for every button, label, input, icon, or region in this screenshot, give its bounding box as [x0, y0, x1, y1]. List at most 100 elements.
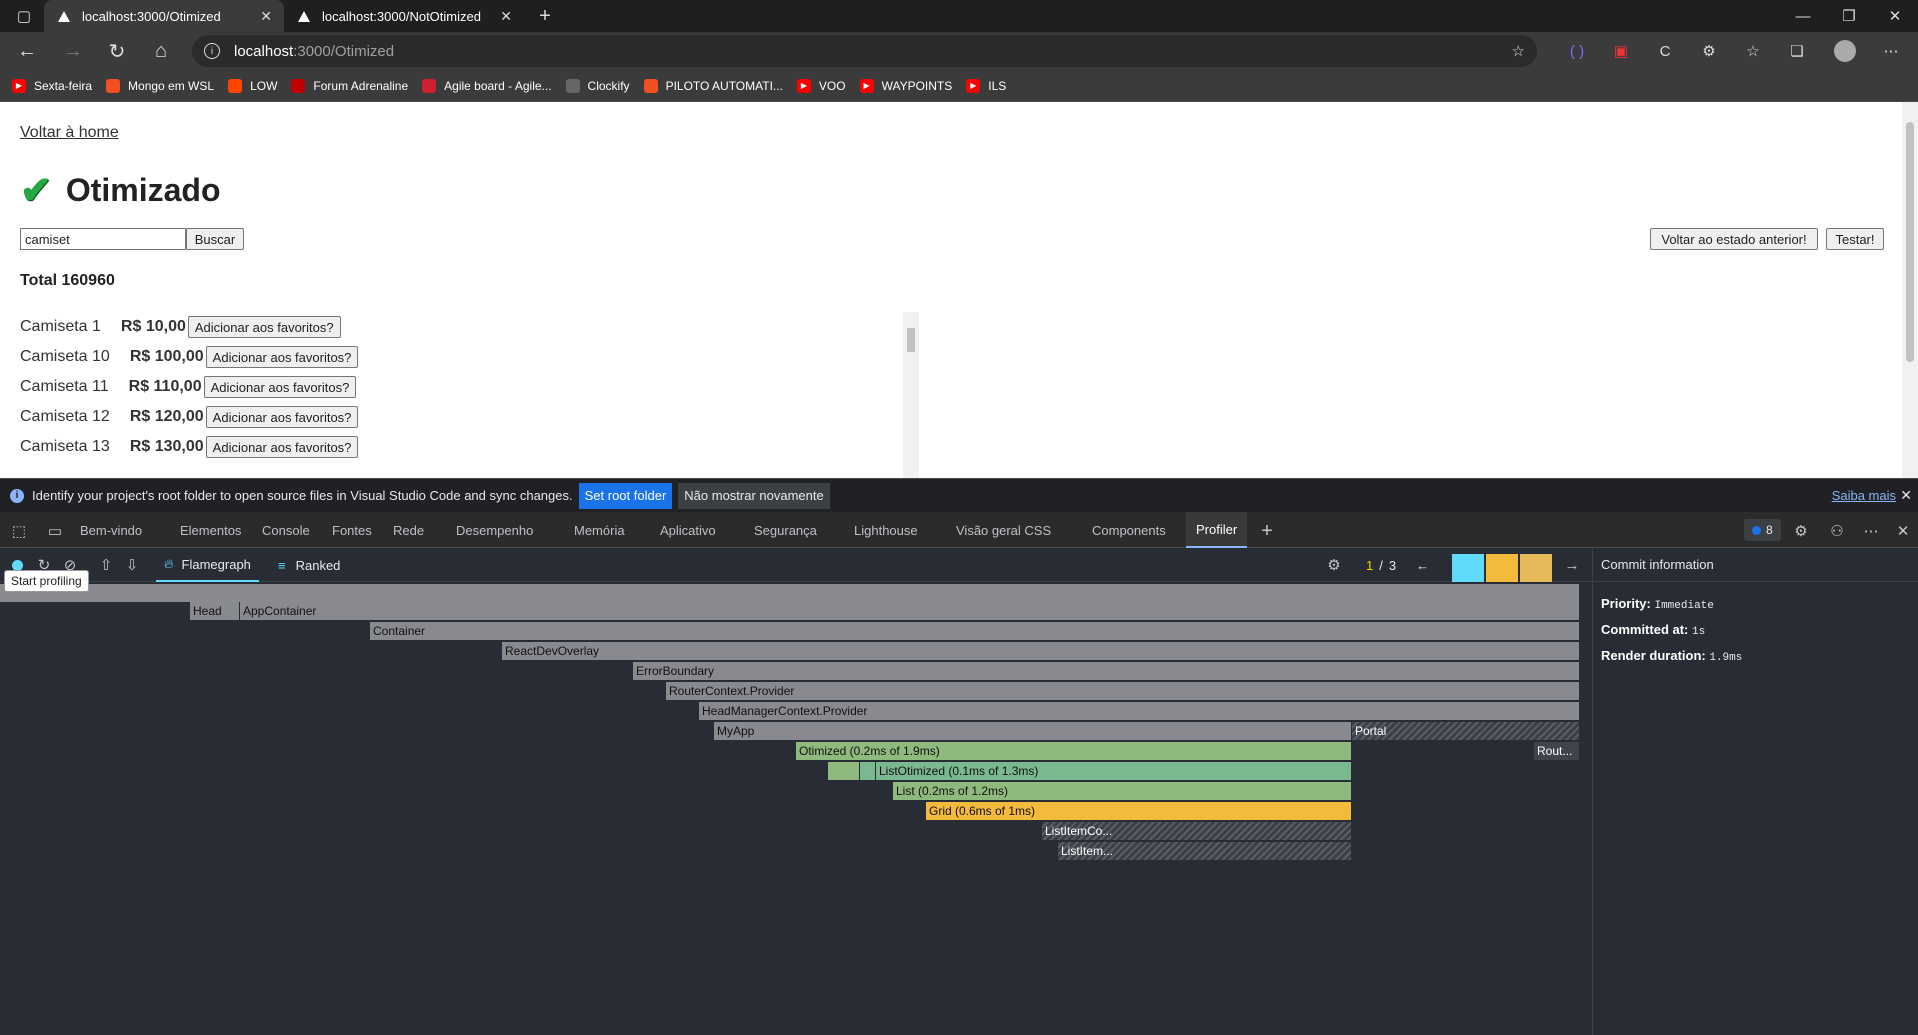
devtools-tab-seguran-a[interactable]: Segurança [754, 512, 817, 548]
flame-bar-grid[interactable]: Grid (0.6ms of 1ms) [926, 802, 1352, 820]
home-link[interactable]: Voltar à home [20, 124, 119, 142]
devtools-more-icon[interactable]: ⋯ [1860, 520, 1882, 542]
page-scroll-thumb[interactable] [1906, 122, 1914, 362]
extension-red-icon[interactable]: ▣ [1610, 40, 1632, 62]
bookmark-item[interactable]: LOW [228, 78, 277, 93]
load-profile-icon[interactable]: ⇧ [96, 555, 116, 575]
extension-c-icon[interactable]: C [1654, 40, 1676, 62]
issues-badge[interactable]: 8 [1744, 519, 1781, 541]
home-icon[interactable]: ⌂ [146, 36, 176, 66]
bookmark-item[interactable]: ▶ ILS [966, 78, 1006, 93]
close-tab-icon[interactable]: ✕ [500, 8, 512, 25]
minimize-icon[interactable]: — [1780, 0, 1826, 32]
add-favorite-button[interactable]: Adicionar aos favoritos? [205, 406, 359, 428]
search-input[interactable] [20, 228, 186, 250]
collections-icon[interactable]: ❏ [1786, 40, 1808, 62]
site-info-icon[interactable]: i [204, 43, 220, 59]
inspect-element-icon[interactable]: ⬚ [8, 520, 30, 542]
devtools-tab-bem-vindo[interactable]: Bem-vindo [80, 512, 142, 548]
devtools-tab-lighthouse[interactable]: Lighthouse [854, 512, 918, 548]
devtools-tab-vis-o-geral-css[interactable]: Visão geral CSS [956, 512, 1051, 548]
close-devtools-icon[interactable]: ✕ [1892, 520, 1914, 542]
flame-root-bar[interactable] [0, 584, 1580, 602]
flame-bar-router-short[interactable]: Rout... [1534, 742, 1580, 760]
bookmark-item[interactable]: Clockify [565, 78, 630, 93]
commit-bar[interactable] [1452, 554, 1484, 582]
page-scrollbar[interactable] [1902, 102, 1918, 478]
add-favorite-button[interactable]: Adicionar aos favoritos? [205, 436, 359, 458]
devtools-tab-mem-ria[interactable]: Memória [574, 512, 625, 548]
browser-tab-nototimized[interactable]: localhost:3000/NotOtimized ✕ [284, 0, 524, 32]
settings-gear-icon[interactable]: ⚙ [1790, 520, 1812, 542]
save-profile-icon[interactable]: ⇩ [122, 555, 142, 575]
tab-actions-icon[interactable]: ▢ [6, 0, 42, 32]
bookmark-item[interactable]: PILOTO AUTOMATI... [643, 78, 783, 93]
next-commit-icon[interactable]: → [1562, 555, 1582, 575]
bookmark-item[interactable]: Forum Adrenaline [291, 78, 408, 93]
bookmark-item[interactable]: ▶ Sexta-feira [12, 78, 92, 93]
prev-commit-icon[interactable]: ← [1416, 558, 1429, 573]
flame-bar-listitemcontainer[interactable]: ListItemCo... [1042, 822, 1352, 840]
flame-bar-head[interactable]: Head [190, 602, 240, 620]
flame-bar-listotimized[interactable]: ListOtimized (0.1ms of 1.3ms) [876, 762, 1352, 780]
flame-bar-headmanagercontext[interactable]: HeadManagerContext.Provider [699, 702, 1580, 720]
profiler-settings-icon[interactable]: ⚙ [1324, 555, 1344, 575]
customize-icon[interactable]: ⚇ [1826, 520, 1848, 542]
browser-tab-otimized[interactable]: localhost:3000/Otimized ✕ [44, 0, 284, 32]
close-infobar-icon[interactable]: ✕ [1900, 487, 1912, 504]
flame-bar-list[interactable]: List (0.2ms of 1.2ms) [893, 782, 1352, 800]
tab-ranked[interactable]: ≡ Ranked [278, 548, 340, 582]
extension-brackets-icon[interactable]: ( ) [1566, 40, 1588, 62]
set-root-folder-button[interactable]: Set root folder [578, 482, 673, 509]
flame-bar-container[interactable]: Container [370, 622, 1580, 640]
devtools-tab-aplicativo[interactable]: Aplicativo [660, 512, 716, 548]
flame-bar-reactdevoverlay[interactable]: ReactDevOverlay [502, 642, 1580, 660]
add-favorite-button[interactable]: Adicionar aos favoritos? [187, 316, 341, 338]
flame-bar-appcontainer[interactable]: AppContainer [240, 602, 1580, 620]
devtools-tab-rede[interactable]: Rede [393, 512, 424, 548]
devtools-tab-elementos[interactable]: Elementos [180, 512, 241, 548]
devtools-tab-desempenho[interactable]: Desempenho [456, 512, 533, 548]
more-menu-icon[interactable]: ⋯ [1880, 40, 1902, 62]
flame-bar-otimized[interactable]: Otimized (0.2ms of 1.9ms) [796, 742, 1352, 760]
back-icon[interactable]: ← [12, 36, 42, 66]
devtools-tab-console[interactable]: Console [262, 512, 310, 548]
forward-icon[interactable]: → [58, 36, 88, 66]
list-scrollbar[interactable] [903, 312, 919, 478]
flame-bar-sibling[interactable] [860, 762, 876, 780]
more-tools-plus-icon[interactable]: + [1256, 520, 1278, 542]
devtools-tab-profiler[interactable]: Profiler [1186, 512, 1248, 548]
search-button[interactable]: Buscar [186, 228, 244, 250]
restore-icon[interactable]: ❐ [1826, 0, 1872, 32]
commit-bar[interactable] [1486, 554, 1518, 582]
flame-bar-listitem[interactable]: ListItem... [1058, 842, 1352, 860]
add-favorite-button[interactable]: Adicionar aos favoritos? [205, 346, 359, 368]
bookmark-item[interactable]: Agile board - Agile... [422, 78, 552, 93]
reload-icon[interactable]: ↻ [102, 36, 132, 66]
flame-bar-myapp[interactable]: MyApp [714, 722, 1352, 740]
bookmark-item[interactable]: ▶ VOO [796, 78, 846, 93]
undo-state-button[interactable]: Voltar ao estado anterior! [1650, 228, 1818, 250]
device-emulation-icon[interactable]: ▭ [44, 520, 66, 542]
extensions-icon[interactable]: ⚙ [1698, 40, 1720, 62]
devtools-tab-components[interactable]: Components [1092, 512, 1166, 548]
list-scroll-thumb[interactable] [907, 328, 915, 352]
favorite-star-icon[interactable]: ☆ [1512, 42, 1525, 60]
test-button[interactable]: Testar! [1826, 228, 1884, 250]
tab-flamegraph[interactable]: 🔥︎ Flamegraph [156, 548, 259, 582]
close-window-icon[interactable]: ✕ [1872, 0, 1918, 32]
devtools-tab-fontes[interactable]: Fontes [332, 512, 372, 548]
bookmark-item[interactable]: Mongo em WSL [106, 78, 214, 93]
close-tab-icon[interactable]: ✕ [260, 8, 272, 25]
dont-show-again-button[interactable]: Não mostrar novamente [678, 482, 830, 509]
flame-bar-portal[interactable]: Portal [1352, 722, 1580, 740]
add-favorite-button[interactable]: Adicionar aos favoritos? [203, 376, 357, 398]
flame-bar-errorboundary[interactable]: ErrorBoundary [633, 662, 1580, 680]
url-field[interactable]: i localhost:3000/Otimized ☆ [192, 35, 1537, 67]
flame-bar-sibling[interactable] [828, 762, 860, 780]
bookmark-item[interactable]: ▶ WAYPOINTS [859, 78, 952, 93]
profile-avatar[interactable] [1834, 40, 1856, 62]
commit-bar[interactable] [1520, 554, 1552, 582]
learn-more-link[interactable]: Saiba mais [1832, 488, 1896, 503]
new-tab-icon[interactable]: + [528, 0, 562, 32]
